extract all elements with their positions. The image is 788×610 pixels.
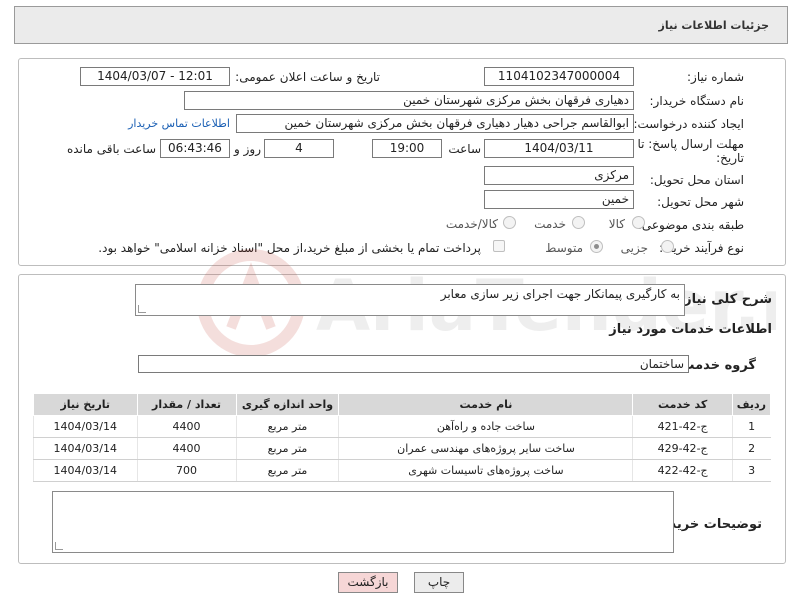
deadline-label-line1: مهلت ارسال پاسخ: تا bbox=[637, 137, 744, 151]
remaining-time-field: 06:43:46 bbox=[160, 139, 230, 158]
deadline-time-label: ساعت bbox=[448, 142, 481, 156]
buyer-org-label: نام دستگاه خریدار: bbox=[649, 94, 745, 108]
category-goods-service-label: کالا/خدمت bbox=[445, 217, 498, 231]
summary-textarea: به کارگیری پیمانکار جهت اجرای زیر سازی م… bbox=[135, 284, 685, 316]
page-header: جزئیات اطلاعات نیاز bbox=[14, 6, 788, 44]
province-field: مرکزی bbox=[484, 166, 634, 185]
category-goods-service-radio[interactable] bbox=[503, 216, 516, 229]
table-row[interactable]: 2 ج-42-429 ساخت سایر پروژه‌های مهندسی عم… bbox=[33, 437, 771, 460]
details-panel bbox=[18, 58, 786, 266]
services-table: ردیف کد خدمت نام خدمت واحد اندازه گیری ت… bbox=[33, 393, 772, 482]
column-header-service-name: نام خدمت bbox=[338, 393, 634, 416]
column-header-quantity: تعداد / مقدار bbox=[136, 393, 237, 416]
treasury-payment-note: پرداخت تمام یا بخشی از مبلغ خرید،از محل … bbox=[98, 241, 481, 255]
resize-handle-icon[interactable] bbox=[138, 305, 146, 313]
service-code: ج-42-421 bbox=[632, 415, 733, 438]
need-date: 1404/03/14 bbox=[33, 437, 138, 460]
print-button[interactable]: چاپ bbox=[414, 572, 464, 593]
table-header-row: ردیف کد خدمت نام خدمت واحد اندازه گیری ت… bbox=[33, 393, 772, 416]
treasury-payment-checkbox[interactable] bbox=[493, 240, 505, 252]
category-label: طبقه بندی موضوعی: bbox=[637, 218, 744, 232]
need-date: 1404/03/14 bbox=[33, 459, 138, 482]
service-name: ساخت پروژه‌های تاسیسات شهری bbox=[338, 459, 633, 482]
city-field: خمین bbox=[484, 190, 634, 209]
row-number: 2 bbox=[731, 437, 771, 460]
service-group-field: ساختمان bbox=[138, 355, 689, 373]
summary-label: شرح کلی نیاز: bbox=[678, 292, 772, 307]
back-button[interactable]: بازگشت bbox=[338, 572, 398, 593]
table-row[interactable]: 3 ج-42-422 ساخت پروژه‌های تاسیسات شهری م… bbox=[33, 459, 771, 482]
buyer-org-field: دهیاری فرقهان بخش مرکزی شهرستان خمین bbox=[184, 91, 634, 110]
category-goods-label: کالا bbox=[608, 217, 625, 231]
service-code: ج-42-429 bbox=[632, 437, 733, 460]
need-number-label: شماره نیاز: bbox=[687, 70, 744, 84]
category-service-label: خدمت bbox=[534, 217, 566, 231]
process-medium-label: متوسط bbox=[545, 241, 583, 255]
announce-datetime-field: 1404/03/07 - 12:01 bbox=[80, 67, 230, 86]
quantity: 4400 bbox=[136, 415, 237, 438]
province-label: استان محل تحویل: bbox=[649, 173, 744, 187]
page-title: جزئیات اطلاعات نیاز bbox=[658, 19, 770, 32]
announce-label: تاریخ و ساعت اعلان عمومی: bbox=[235, 70, 380, 84]
service-name: ساخت جاده و راه‌آهن bbox=[338, 415, 633, 438]
service-name: ساخت سایر پروژه‌های مهندسی عمران bbox=[338, 437, 633, 460]
deadline-date-field: 1404/03/11 bbox=[484, 139, 634, 158]
table-row[interactable]: 1 ج-42-421 ساخت جاده و راه‌آهن متر مربع … bbox=[33, 415, 771, 438]
service-code: ج-42-422 bbox=[632, 459, 733, 482]
unit: متر مربع bbox=[235, 459, 339, 482]
remaining-time-label: ساعت باقی مانده bbox=[66, 142, 156, 156]
process-minor-label: جزیی bbox=[620, 241, 648, 255]
process-minor-radio[interactable] bbox=[661, 240, 674, 253]
quantity: 700 bbox=[136, 459, 237, 482]
remaining-days-field: 4 bbox=[264, 139, 334, 158]
creator-label: ایجاد کننده درخواست: bbox=[633, 117, 744, 131]
deadline-time-field: 19:00 bbox=[372, 139, 442, 158]
need-number-field: 1104102347000004 bbox=[484, 67, 634, 86]
quantity: 4400 bbox=[136, 437, 237, 460]
row-number: 3 bbox=[731, 459, 771, 482]
column-header-service-code: کد خدمت bbox=[632, 393, 733, 416]
buyer-notes-textarea[interactable] bbox=[52, 491, 674, 553]
column-header-need-date: تاریخ نیاز bbox=[33, 393, 138, 416]
unit: متر مربع bbox=[235, 415, 339, 438]
days-label: روز و bbox=[234, 142, 261, 156]
unit: متر مربع bbox=[235, 437, 339, 460]
column-header-unit: واحد اندازه گیری bbox=[235, 393, 340, 416]
category-goods-radio[interactable] bbox=[632, 216, 645, 229]
process-medium-radio[interactable] bbox=[590, 240, 603, 253]
deadline-label-line2: تاریخ: bbox=[716, 151, 744, 165]
buyer-contact-link[interactable]: اطلاعات تماس خریدار bbox=[128, 117, 230, 130]
column-header-row-number: ردیف bbox=[731, 393, 772, 416]
city-label: شهر محل تحویل: bbox=[657, 195, 744, 209]
category-service-radio[interactable] bbox=[572, 216, 585, 229]
need-date: 1404/03/14 bbox=[33, 415, 138, 438]
summary-text: به کارگیری پیمانکار جهت اجرای زیر سازی م… bbox=[440, 287, 680, 301]
resize-handle-icon[interactable] bbox=[55, 542, 63, 550]
services-section-title: اطلاعات خدمات مورد نیاز bbox=[609, 322, 772, 337]
creator-field: ابوالقاسم جراحی دهیار دهیاری فرقهان بخش … bbox=[236, 114, 634, 133]
row-number: 1 bbox=[731, 415, 771, 438]
